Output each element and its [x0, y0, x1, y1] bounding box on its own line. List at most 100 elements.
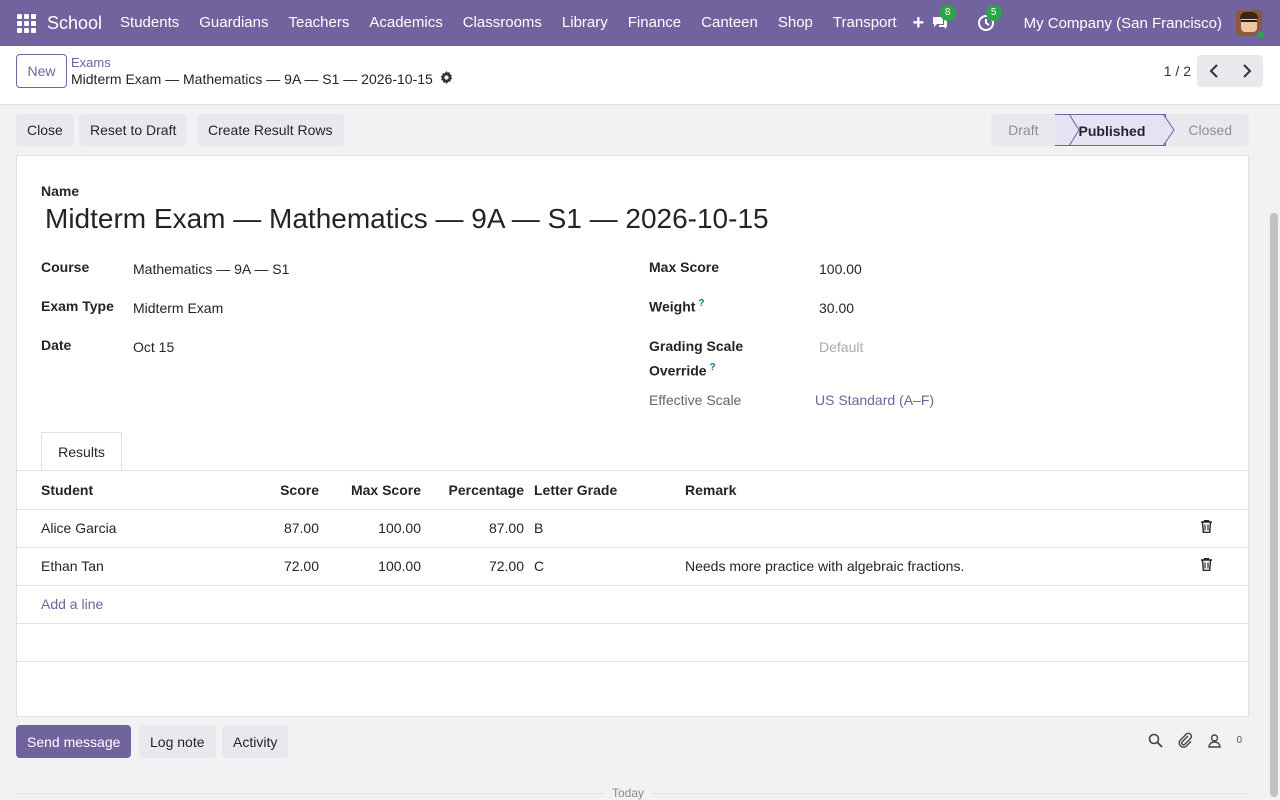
gear-icon[interactable]	[440, 71, 453, 87]
messages-icon[interactable]: 8	[928, 5, 956, 35]
stage-pipeline: Draft Published Closed	[991, 114, 1249, 146]
breadcrumb-current-label: Midterm Exam — Mathematics — 9A — S1 — 2…	[71, 71, 433, 87]
weight-label: Weight?	[649, 298, 705, 315]
log-note-button[interactable]: Log note	[139, 725, 216, 758]
delete-row-button[interactable]	[1165, 509, 1248, 548]
pager-value[interactable]: 1 / 2	[1164, 63, 1191, 79]
chevron-right-icon	[1242, 64, 1251, 78]
help-tooltip-icon[interactable]: ?	[698, 298, 704, 309]
create-result-rows-button[interactable]: Create Result Rows	[197, 114, 344, 146]
menu-item-classrooms[interactable]: Classrooms	[453, 0, 552, 46]
cell-score[interactable]: 87.00	[249, 509, 319, 548]
add-a-line-link[interactable]: Add a line	[41, 596, 103, 612]
new-button[interactable]: New	[16, 54, 67, 88]
date-label: Date	[41, 337, 72, 353]
grading-scale-label-line2: Override	[649, 362, 707, 379]
cell-max-score[interactable]: 100.00	[319, 547, 421, 586]
scrollbar-thumb[interactable]	[1270, 213, 1278, 797]
stage-arrow-icon	[1163, 114, 1175, 146]
table-row[interactable]: Alice Garcia 87.00 100.00 87.00 B	[17, 509, 1248, 548]
pager-previous-button[interactable]	[1197, 55, 1230, 87]
column-header-max-score[interactable]: Max Score	[319, 471, 421, 510]
cell-score[interactable]: 72.00	[249, 547, 319, 586]
column-header-score[interactable]: Score	[249, 471, 319, 510]
menu-item-canteen[interactable]: Canteen	[691, 0, 768, 46]
help-tooltip-icon[interactable]: ?	[710, 362, 716, 373]
name-label: Name	[41, 183, 80, 199]
page-scrollbar[interactable]	[1268, 105, 1280, 800]
effective-scale-link[interactable]: US Standard (A–F)	[815, 392, 934, 408]
course-field[interactable]: Mathematics — 9A — S1	[133, 261, 289, 277]
pager-next-button[interactable]	[1230, 55, 1263, 87]
user-avatar[interactable]	[1236, 10, 1266, 40]
menu-item-guardians[interactable]: Guardians	[189, 0, 278, 46]
top-navbar: School Students Guardians Teachers Acade…	[0, 0, 1280, 46]
attachments-button[interactable]	[1177, 732, 1193, 748]
send-message-button[interactable]: Send message	[16, 725, 132, 758]
weight-field[interactable]: 30.00	[819, 300, 854, 316]
trash-icon	[1201, 557, 1212, 572]
exam-type-field[interactable]: Midterm Exam	[133, 300, 223, 316]
menu-item-shop[interactable]: Shop	[768, 0, 823, 46]
name-field[interactable]: Midterm Exam — Mathematics — 9A — S1 — 2…	[45, 203, 769, 235]
cell-student[interactable]: Alice Garcia	[17, 509, 249, 548]
cell-remark[interactable]	[685, 509, 1165, 548]
stage-draft[interactable]: Draft	[991, 114, 1055, 146]
navbar-systray: 8 5 My Company (San Francisco)	[928, 0, 1280, 46]
max-score-label: Max Score	[649, 259, 720, 275]
menu-item-teachers[interactable]: Teachers	[278, 0, 359, 46]
menu-item-academics[interactable]: Academics	[359, 0, 452, 46]
add-line-row: Add a line	[17, 585, 1248, 624]
trash-icon	[1201, 519, 1212, 534]
max-score-field[interactable]: 100.00	[819, 261, 862, 277]
grading-scale-override-label: Grading Scale Override?	[649, 336, 743, 382]
course-label: Course	[41, 259, 90, 275]
delete-row-button[interactable]	[1165, 547, 1248, 586]
followers-button[interactable]: 0	[1207, 733, 1242, 748]
main-menu: Students Guardians Teachers Academics Cl…	[110, 0, 907, 46]
menu-item-students[interactable]: Students	[110, 0, 189, 46]
cell-percentage[interactable]: 87.00	[421, 509, 524, 548]
menu-item-library[interactable]: Library	[552, 0, 618, 46]
menu-item-finance[interactable]: Finance	[618, 0, 691, 46]
cell-percentage[interactable]: 72.00	[421, 547, 524, 586]
cell-student[interactable]: Ethan Tan	[17, 547, 249, 586]
effective-scale-label: Effective Scale	[649, 392, 742, 408]
company-switcher[interactable]: My Company (San Francisco)	[1024, 15, 1222, 32]
online-status-icon	[1256, 30, 1266, 40]
empty-row	[17, 623, 1248, 662]
column-header-student[interactable]: Student	[17, 471, 249, 510]
control-panel: New Exams Midterm Exam — Mathematics — 9…	[0, 46, 1280, 105]
column-header-actions	[1165, 471, 1248, 510]
grading-scale-override-field[interactable]: Default	[819, 339, 863, 355]
today-label: Today	[604, 786, 653, 800]
cell-max-score[interactable]: 100.00	[319, 509, 421, 548]
reset-to-draft-button[interactable]: Reset to Draft	[79, 114, 188, 146]
activity-button[interactable]: Activity	[222, 725, 289, 758]
search-icon	[1149, 733, 1164, 748]
cell-letter-grade[interactable]: C	[524, 547, 685, 586]
app-brand[interactable]: School	[47, 13, 102, 34]
date-field[interactable]: Oct 15	[133, 339, 174, 355]
activities-clock-icon[interactable]: 5	[974, 5, 1002, 35]
stage-closed[interactable]: Closed	[1166, 114, 1249, 146]
cell-remark[interactable]: Needs more practice with algebraic fract…	[685, 547, 1165, 586]
table-row[interactable]: Ethan Tan 72.00 100.00 72.00 C Needs mor…	[17, 547, 1248, 586]
paperclip-icon	[1178, 732, 1193, 748]
messages-badge: 8	[939, 5, 956, 21]
column-header-percentage[interactable]: Percentage	[421, 471, 524, 510]
menu-item-transport[interactable]: Transport	[823, 0, 907, 46]
form-sheet: Name Midterm Exam — Mathematics — 9A — S…	[16, 155, 1249, 717]
chevron-left-icon	[1209, 64, 1218, 78]
cell-letter-grade[interactable]: B	[524, 509, 685, 548]
tab-results[interactable]: Results	[41, 432, 122, 471]
close-button[interactable]: Close	[16, 114, 74, 146]
column-header-remark[interactable]: Remark	[685, 471, 1165, 510]
app-menu-icon[interactable]	[16, 13, 36, 33]
exam-type-label: Exam Type	[41, 298, 114, 314]
followers-count: 0	[1236, 734, 1242, 746]
plus-icon[interactable]: +	[913, 12, 925, 35]
breadcrumb-parent-link[interactable]: Exams	[71, 55, 111, 70]
search-messages-button[interactable]	[1148, 733, 1164, 748]
column-header-letter-grade[interactable]: Letter Grade	[524, 471, 685, 510]
